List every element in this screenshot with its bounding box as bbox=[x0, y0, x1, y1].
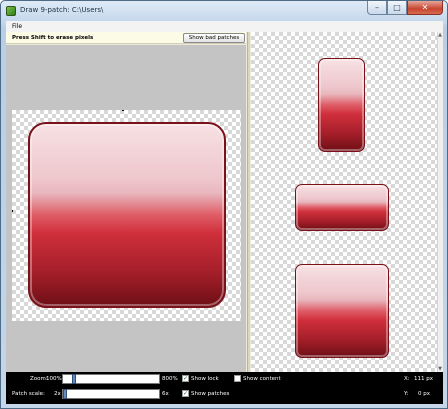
panel-splitter[interactable] bbox=[247, 32, 250, 372]
show-lock-label: Show lock bbox=[191, 376, 219, 382]
patch-scale-slider[interactable] bbox=[62, 389, 160, 399]
y-coordinate-label: Y: bbox=[404, 391, 409, 397]
show-lock-checkbox[interactable]: ✓ bbox=[182, 375, 189, 382]
preview-large bbox=[295, 264, 389, 358]
minimize-icon: – bbox=[375, 3, 379, 12]
show-content-checkbox[interactable] bbox=[234, 375, 241, 382]
x-coordinate-label: X: bbox=[404, 376, 410, 382]
show-patches-label: Show patches bbox=[191, 391, 230, 397]
patch-scale-slider-knob[interactable] bbox=[63, 389, 67, 399]
window-controls: – □ ✕ bbox=[367, 1, 443, 16]
maximize-icon: □ bbox=[393, 3, 401, 12]
app-icon bbox=[6, 6, 16, 16]
title-bar[interactable]: Draw 9-patch: C:\Users\ – □ ✕ bbox=[1, 1, 447, 21]
patch-marker-top[interactable] bbox=[122, 110, 124, 111]
window-title: Draw 9-patch: C:\Users\ bbox=[20, 6, 104, 14]
show-bad-patches-button[interactable]: Show bad patches bbox=[183, 33, 245, 43]
preview-scrollbar[interactable]: ▲ ▼ bbox=[437, 32, 443, 372]
patch-scale-label: Patch scale: bbox=[12, 391, 45, 397]
erase-hint: Press Shift to erase pixels bbox=[12, 35, 94, 41]
show-patches-checkbox[interactable]: ✓ bbox=[182, 390, 189, 397]
preview-wide bbox=[295, 184, 389, 231]
zoom-max-label: 800% bbox=[162, 376, 178, 382]
patch-min-label: 2x bbox=[54, 391, 61, 397]
zoom-slider[interactable] bbox=[62, 374, 160, 384]
client-area: File Press Shift to erase pixels Show ba… bbox=[6, 21, 443, 404]
editor-toolbar: Press Shift to erase pixels Show bad pat… bbox=[6, 32, 246, 44]
close-button[interactable]: ✕ bbox=[407, 1, 443, 15]
preview-panel: ▲ ▼ bbox=[251, 32, 443, 372]
zoom-min-label: 100% bbox=[46, 376, 62, 382]
show-content-label: Show content bbox=[243, 376, 281, 382]
close-icon: ✕ bbox=[421, 3, 429, 12]
menu-bar: File bbox=[6, 21, 443, 32]
maximize-button[interactable]: □ bbox=[387, 1, 407, 15]
editor-panel[interactable] bbox=[6, 45, 246, 372]
menu-file[interactable]: File bbox=[12, 23, 22, 30]
y-coordinate-value: 0 px bbox=[418, 391, 430, 397]
scroll-up-icon[interactable]: ▲ bbox=[437, 32, 443, 38]
app-window: Draw 9-patch: C:\Users\ – □ ✕ File Press… bbox=[0, 0, 448, 409]
editor-nine-patch-image bbox=[28, 122, 226, 308]
editor-canvas[interactable] bbox=[12, 110, 241, 321]
status-bar: Zoom: 100% 800% Patch scale: 2x 6x ✓ Sho… bbox=[6, 372, 443, 404]
zoom-slider-knob[interactable] bbox=[72, 374, 77, 384]
preview-tall bbox=[318, 58, 365, 152]
patch-marker-left[interactable] bbox=[12, 210, 13, 212]
minimize-button[interactable]: – bbox=[367, 1, 387, 15]
x-coordinate-value: 111 px bbox=[414, 376, 433, 382]
patch-max-label: 6x bbox=[162, 391, 169, 397]
